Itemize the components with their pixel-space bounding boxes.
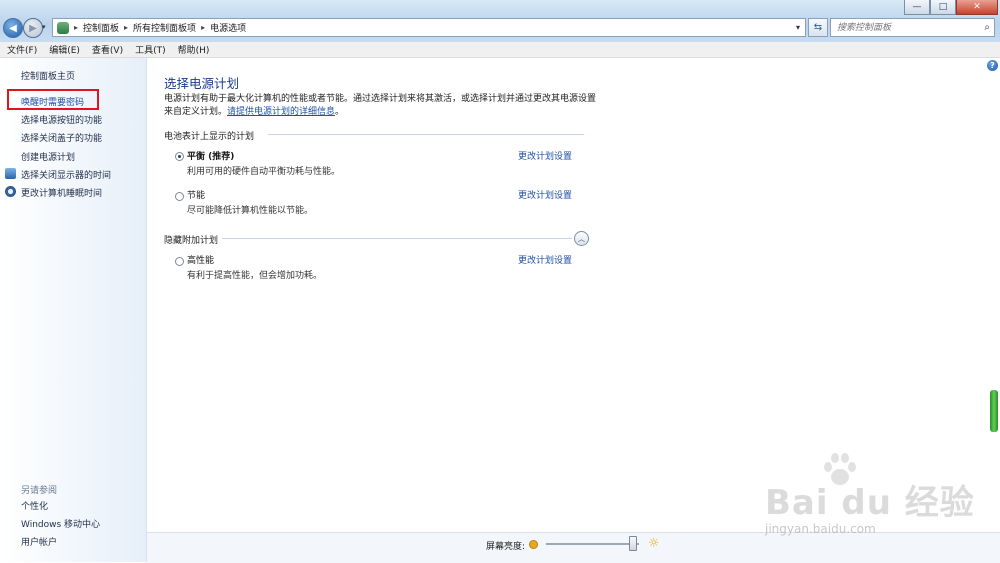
- breadcrumb-item-control-panel[interactable]: 控制面板: [83, 21, 119, 34]
- address-dropdown-icon[interactable]: ▾: [791, 23, 805, 32]
- see-also-personalization[interactable]: 个性化: [21, 499, 48, 512]
- menu-view[interactable]: 查看(V): [92, 43, 123, 56]
- plan-name-balanced[interactable]: 平衡 (推荐): [187, 149, 234, 162]
- breadcrumb-item-power-options[interactable]: 电源选项: [210, 21, 246, 34]
- breadcrumb-separator[interactable]: ▸: [74, 23, 78, 32]
- breadcrumb-item-all-items[interactable]: 所有控制面板项: [133, 21, 196, 34]
- plan-details-link[interactable]: 请提供电源计划的详细信息: [227, 107, 335, 117]
- breadcrumb[interactable]: ▸ 控制面板 ▸ 所有控制面板项 ▸ 电源选项 ▾: [52, 18, 806, 37]
- brightness-slider-thumb[interactable]: [629, 536, 638, 551]
- plan-desc-high-performance: 有利于提高性能，但会增加功耗。: [187, 271, 323, 281]
- sidebar-item-require-password[interactable]: 唤醒时需要密码: [21, 95, 84, 108]
- plan-radio-balanced[interactable]: [175, 152, 184, 161]
- menu-help[interactable]: 帮助(H): [178, 43, 210, 56]
- search-input[interactable]: [831, 21, 974, 34]
- refresh-icon: ⇆: [813, 22, 823, 33]
- section-divider: [222, 238, 572, 239]
- breadcrumb-separator[interactable]: ▸: [124, 23, 128, 32]
- window-controls: — □ ✕: [904, 0, 998, 16]
- menu-tools[interactable]: 工具(T): [135, 43, 166, 56]
- change-settings-link-high-performance[interactable]: 更改计划设置: [518, 253, 572, 266]
- dim-sun-icon: [529, 540, 538, 549]
- forward-button[interactable]: ▶: [23, 18, 43, 38]
- breadcrumb-separator[interactable]: ▸: [201, 23, 205, 32]
- plan-desc-power-saver: 尽可能降低计算机性能以节能。: [187, 206, 314, 216]
- back-button[interactable]: ◀: [3, 18, 23, 38]
- menu-edit[interactable]: 编辑(E): [49, 43, 80, 56]
- plan-desc-balanced: 利用可用的硬件自动平衡功耗与性能。: [187, 167, 341, 177]
- change-settings-link-balanced[interactable]: 更改计划设置: [518, 149, 572, 162]
- description-text-2: 来自定义计划。: [164, 107, 228, 117]
- menu-bar: 文件(F) 编辑(E) 查看(V) 工具(T) 帮助(H): [0, 42, 1000, 58]
- control-panel-icon: [57, 21, 69, 34]
- bright-sun-icon: ☼: [648, 536, 660, 551]
- scrollbar-thumb[interactable]: [990, 390, 998, 432]
- close-button[interactable]: ✕: [956, 0, 998, 15]
- page-title: 选择电源计划: [164, 76, 240, 91]
- monitor-icon: [5, 168, 16, 179]
- sidebar: 控制面板主页 唤醒时需要密码 选择电源按钮的功能 选择关闭盖子的功能 创建电源计…: [0, 58, 147, 562]
- section-divider: [268, 134, 584, 135]
- sidebar-item-create-plan[interactable]: 创建电源计划: [21, 150, 75, 163]
- main-content: [147, 58, 987, 532]
- plan-radio-power-saver[interactable]: [175, 192, 184, 201]
- sidebar-item-sleep[interactable]: 更改计算机睡眠时间: [21, 186, 102, 199]
- search-box[interactable]: ⌕: [830, 18, 995, 37]
- sleep-clock-icon: [5, 186, 16, 197]
- recent-pages-dropdown[interactable]: ▾: [42, 23, 46, 31]
- brightness-slider[interactable]: [546, 543, 639, 545]
- change-settings-link-power-saver[interactable]: 更改计划设置: [518, 188, 572, 201]
- sidebar-item-lid[interactable]: 选择关闭盖子的功能: [21, 131, 102, 144]
- sidebar-home-link[interactable]: 控制面板主页: [21, 69, 75, 82]
- address-bar: — □ ✕ ◀ ▶ ▾ ▸ 控制面板 ▸ 所有控制面板项 ▸ 电源选项 ▾ ⇆ …: [0, 0, 1000, 42]
- collapse-chevron-icon[interactable]: ︿: [574, 231, 589, 246]
- maximize-button[interactable]: □: [930, 0, 956, 15]
- refresh-button[interactable]: ⇆: [808, 18, 828, 37]
- sidebar-item-display-off[interactable]: 选择关闭显示器的时间: [21, 168, 111, 181]
- see-also-heading: 另请参阅: [21, 486, 58, 496]
- help-icon[interactable]: ?: [987, 60, 998, 71]
- menu-file[interactable]: 文件(F): [7, 43, 37, 56]
- minimize-button[interactable]: —: [904, 0, 930, 15]
- search-icon[interactable]: ⌕: [984, 22, 990, 33]
- page-description: 电源计划有助于最大化计算机的性能或者节能。通过选择计划来将其激活，或选择计划并通…: [164, 93, 600, 119]
- see-also-mobility-center[interactable]: Windows 移动中心: [21, 517, 100, 530]
- plan-name-power-saver[interactable]: 节能: [187, 188, 205, 201]
- plan-radio-high-performance[interactable]: [175, 257, 184, 266]
- see-also-user-accounts[interactable]: 用户帐户: [21, 535, 57, 548]
- description-text: 电源计划有助于最大化计算机的性能或者节能。通过选择计划来将其激活，或选择计划并通…: [164, 94, 597, 104]
- plan-name-high-performance[interactable]: 高性能: [187, 253, 214, 266]
- section-heading-hidden: 隐藏附加计划: [164, 236, 219, 246]
- section-heading-battery: 电池表计上显示的计划: [164, 132, 255, 142]
- description-suffix: 。: [335, 107, 345, 117]
- brightness-label: 屏幕亮度:: [486, 542, 526, 552]
- sidebar-item-power-button[interactable]: 选择电源按钮的功能: [21, 113, 102, 126]
- brightness-bar: [147, 532, 1000, 563]
